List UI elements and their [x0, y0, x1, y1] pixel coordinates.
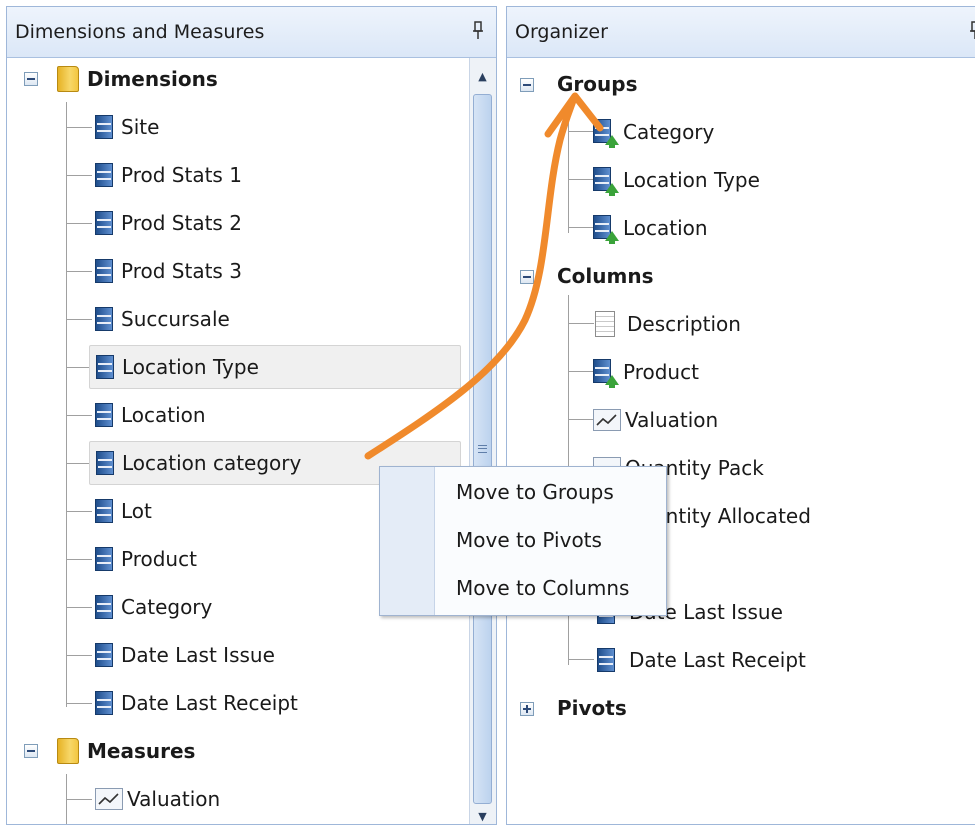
scroll-thumb[interactable]: [473, 94, 492, 804]
group-item-category[interactable]: Category: [593, 112, 714, 152]
group-dimension-icon: [593, 215, 619, 244]
column-item-valuation[interactable]: Valuation: [593, 400, 718, 440]
group-item-location-type[interactable]: Location Type: [593, 160, 760, 200]
dimension-icon: [95, 115, 113, 139]
tree-item-site[interactable]: Site: [95, 107, 159, 147]
panel-header: Organizer: [507, 7, 975, 58]
dimension-icon: [597, 648, 615, 672]
folder-icon: [57, 66, 79, 92]
column-item-product[interactable]: Product: [593, 352, 699, 392]
dimension-icon: [95, 211, 113, 235]
tree-item-succursale[interactable]: Succursale: [95, 299, 230, 339]
vertical-scrollbar[interactable]: ▲ ▼: [469, 58, 496, 824]
panel-title: Dimensions and Measures: [15, 21, 265, 43]
column-item-description[interactable]: Description: [595, 304, 741, 344]
tree-item-product[interactable]: Product: [95, 539, 197, 579]
organizer-panel: Organizer Groups Category Location Type: [506, 6, 975, 825]
measure-chart-icon: [95, 788, 123, 810]
scroll-up-icon[interactable]: ▲: [473, 66, 492, 86]
folder-label: Measures: [87, 739, 196, 763]
tree-item-prod-stats-2[interactable]: Prod Stats 2: [95, 203, 242, 243]
groups-collapse-icon[interactable]: [520, 78, 534, 92]
dimension-icon: [95, 259, 113, 283]
folder-icon: [57, 738, 79, 764]
dimension-icon: [95, 163, 113, 187]
pivots-expand-icon[interactable]: [520, 702, 534, 716]
tree-item-location[interactable]: Location: [95, 395, 206, 435]
dimension-icon: [95, 547, 113, 571]
folder-label: Dimensions: [87, 67, 218, 91]
menu-item-move-to-columns[interactable]: Move to Columns: [456, 568, 629, 608]
pin-icon[interactable]: [969, 21, 975, 41]
group-dimension-icon: [593, 119, 619, 148]
columns-collapse-icon[interactable]: [520, 270, 534, 284]
panel-title: Organizer: [515, 21, 608, 43]
document-icon: [595, 311, 615, 337]
menu-icon-gutter: [380, 467, 435, 615]
group-dimension-icon: [593, 359, 619, 388]
column-item-date-last-receipt[interactable]: Date Last Receipt: [597, 640, 806, 680]
dimension-icon: [95, 499, 113, 523]
group-dimension-icon: [593, 167, 619, 196]
panel-header: Dimensions and Measures: [7, 7, 496, 58]
dimension-icon: [96, 355, 114, 379]
dimension-icon: [95, 595, 113, 619]
tree-item-prod-stats-1[interactable]: Prod Stats 1: [95, 155, 242, 195]
menu-item-move-to-pivots[interactable]: Move to Pivots: [456, 520, 602, 560]
pin-icon[interactable]: [472, 21, 484, 41]
grip-icon: [478, 445, 487, 453]
dimensions-tree: Dimensions Site Prod Stats 1 Prod Stats …: [7, 58, 496, 824]
dimension-icon: [95, 643, 113, 667]
columns-section[interactable]: Columns: [557, 256, 654, 296]
dimensions-folder[interactable]: Dimensions: [57, 59, 218, 99]
groups-section[interactable]: Groups: [557, 64, 637, 104]
menu-item-move-to-groups[interactable]: Move to Groups: [456, 472, 614, 512]
measure-chart-icon: [593, 409, 621, 431]
tree-item-category[interactable]: Category: [95, 587, 212, 627]
scroll-down-icon[interactable]: ▼: [473, 806, 492, 824]
tree-item-location-type[interactable]: Location Type: [89, 345, 461, 389]
organizer-tree: Groups Category Location Type Location C…: [507, 58, 975, 824]
context-menu: Move to Groups Move to Pivots Move to Co…: [379, 466, 667, 616]
tree-item-valuation[interactable]: Valuation: [95, 779, 220, 819]
measures-folder[interactable]: Measures: [57, 731, 195, 771]
tree-item-date-last-issue[interactable]: Date Last Issue: [95, 635, 275, 675]
dimension-icon: [95, 691, 113, 715]
pivots-section[interactable]: Pivots: [557, 688, 627, 728]
tree-item-prod-stats-3[interactable]: Prod Stats 3: [95, 251, 242, 291]
measures-collapse-icon[interactable]: [24, 744, 38, 758]
dimension-icon: [95, 307, 113, 331]
dimension-icon: [96, 451, 114, 475]
tree-item-lot[interactable]: Lot: [95, 491, 152, 531]
dimension-icon: [95, 403, 113, 427]
dimensions-measures-panel: Dimensions and Measures Dimensions Site …: [6, 6, 497, 825]
tree-item-date-last-receipt[interactable]: Date Last Receipt: [95, 683, 298, 723]
group-item-location[interactable]: Location: [593, 208, 708, 248]
dimensions-collapse-icon[interactable]: [24, 72, 38, 86]
